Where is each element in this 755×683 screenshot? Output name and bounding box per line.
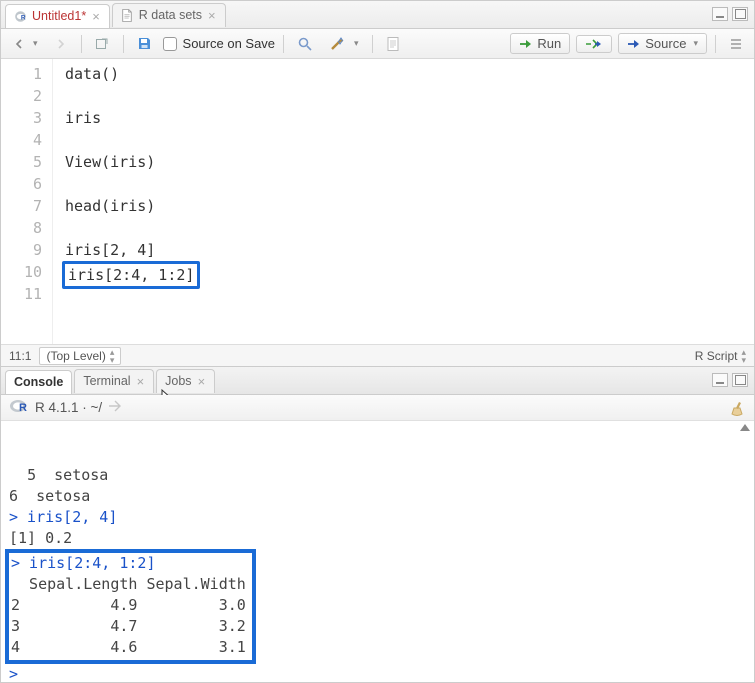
svg-text:R: R bbox=[21, 14, 26, 21]
sort-icon: ▴▾ bbox=[110, 348, 115, 364]
text-doc-icon bbox=[121, 8, 134, 23]
compile-report-button[interactable] bbox=[381, 34, 405, 54]
rerun-button[interactable] bbox=[576, 35, 612, 53]
show-in-new-window-button[interactable] bbox=[90, 35, 115, 53]
window-controls bbox=[712, 7, 748, 21]
scope-selector[interactable]: (Top Level) ▴▾ bbox=[39, 347, 121, 365]
source-on-save-checkbox[interactable] bbox=[163, 37, 177, 51]
tab-label: Untitled1* bbox=[32, 9, 86, 23]
tab-label: Console bbox=[14, 375, 63, 389]
code-tools-button[interactable] bbox=[324, 34, 364, 54]
r-logo-icon: R bbox=[9, 398, 29, 417]
find-button[interactable] bbox=[292, 34, 318, 54]
window-controls bbox=[712, 373, 748, 387]
svg-text:R: R bbox=[19, 402, 27, 414]
line-gutter: 1 2 3 4 5 6 7 8 9 10 11 bbox=[1, 59, 53, 344]
minimize-button[interactable] bbox=[712, 373, 728, 387]
minimize-button[interactable] bbox=[712, 7, 728, 21]
tab-console[interactable]: Console bbox=[5, 370, 72, 394]
scope-label: (Top Level) bbox=[46, 349, 105, 363]
close-icon[interactable]: × bbox=[197, 375, 207, 388]
cursor-position: 11:1 bbox=[9, 349, 31, 363]
run-label: Run bbox=[537, 36, 561, 51]
source-button[interactable]: Source bbox=[618, 33, 707, 54]
language-label: R Script bbox=[695, 349, 738, 363]
outline-button[interactable] bbox=[724, 35, 748, 53]
run-button[interactable]: Run bbox=[510, 33, 570, 54]
code-content[interactable]: data() iris View(iris) head(iris) iris[2… bbox=[53, 59, 200, 344]
editor-pane: R Untitled1* × R data sets × bbox=[1, 1, 754, 367]
tab-r-data-sets[interactable]: R data sets × bbox=[112, 3, 226, 27]
sort-icon: ▴▾ bbox=[741, 348, 746, 364]
tab-label: R data sets bbox=[139, 8, 202, 22]
console-tabbar: Console Terminal × Jobs × bbox=[1, 367, 754, 395]
maximize-button[interactable] bbox=[732, 373, 748, 387]
console-pane: Console Terminal × Jobs × R R 4.1.1 · ~/… bbox=[1, 367, 754, 683]
tab-untitled1[interactable]: R Untitled1* × bbox=[5, 4, 110, 28]
source-label: Source bbox=[645, 36, 686, 51]
maximize-button[interactable] bbox=[732, 7, 748, 21]
nav-forward-button[interactable] bbox=[49, 35, 73, 53]
close-icon[interactable]: × bbox=[207, 9, 217, 22]
editor-statusbar: 11:1 (Top Level) ▴▾ R Script ▴▾ bbox=[1, 344, 754, 366]
scroll-up-icon[interactable] bbox=[740, 424, 750, 431]
editor-toolbar: Source on Save Run Source bbox=[1, 29, 754, 59]
nav-back-button[interactable] bbox=[7, 35, 43, 53]
save-button[interactable] bbox=[132, 34, 157, 53]
tab-label: Terminal bbox=[83, 374, 130, 388]
console-info-bar: R R 4.1.1 · ~/ bbox=[1, 395, 754, 421]
r-version-label: R 4.1.1 · ~/ bbox=[35, 400, 102, 415]
close-icon[interactable]: × bbox=[136, 375, 146, 388]
tab-jobs[interactable]: Jobs × bbox=[156, 369, 215, 393]
clear-console-icon[interactable] bbox=[728, 400, 746, 421]
source-on-save-label: Source on Save bbox=[183, 36, 276, 51]
code-editor[interactable]: 1 2 3 4 5 6 7 8 9 10 11 data() iris View… bbox=[1, 59, 754, 344]
close-icon[interactable]: × bbox=[91, 10, 101, 23]
console-output[interactable]: 5 setosa 6 setosa > iris[2, 4] [1] 0.2 >… bbox=[1, 421, 754, 683]
editor-tabbar: R Untitled1* × R data sets × bbox=[1, 1, 754, 29]
go-to-dir-icon[interactable] bbox=[108, 400, 122, 415]
tab-label: Jobs bbox=[165, 374, 191, 388]
r-doc-icon: R bbox=[14, 9, 27, 24]
tab-terminal[interactable]: Terminal × bbox=[74, 369, 154, 393]
